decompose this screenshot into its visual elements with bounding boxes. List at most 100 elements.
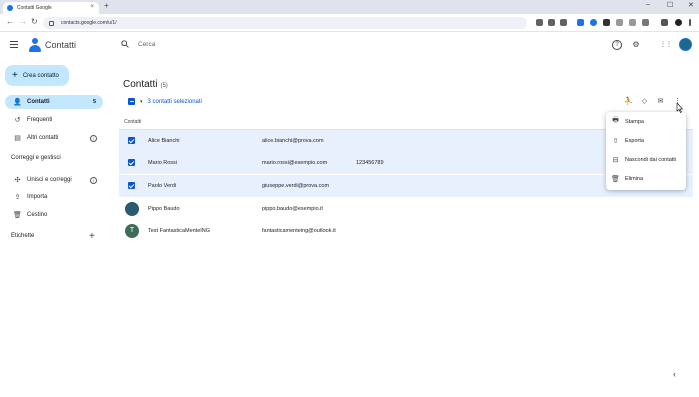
extensions-puzzle-icon[interactable] <box>642 19 649 26</box>
settings-gear-icon[interactable]: ⚙ <box>631 40 641 50</box>
menu-item-hide[interactable]: ⊟ Nascondi dai contatti <box>606 151 686 168</box>
sidebar-item-trash[interactable]: 🗑 Cestino <box>5 208 103 222</box>
sidebar-item-import[interactable]: ⇪ Importa <box>5 190 103 204</box>
app-header: Contatti Cerca ? ⚙ ⋮⋮ <box>0 32 699 60</box>
contact-email: pippo.baudo@esempio.it <box>262 206 323 212</box>
contacts-logo <box>29 38 41 52</box>
account-avatar[interactable] <box>679 38 692 51</box>
person-icon: 👤 <box>13 99 22 106</box>
extension-icon[interactable] <box>536 19 543 26</box>
row-checkbox[interactable] <box>128 137 135 144</box>
menu-item-delete[interactable]: 🗑 Elimina <box>606 170 686 187</box>
info-icon[interactable]: i <box>90 134 97 142</box>
back-button[interactable]: ← <box>6 17 14 26</box>
tab-title: Contatti Google <box>17 5 52 11</box>
menu-item-print[interactable]: 🖶 Stampa <box>606 113 686 130</box>
contact-email: giuseppe.verdi@prova.com <box>262 183 330 189</box>
sidebar-item-label: Altri contatti <box>27 135 59 141</box>
menu-item-label: Stampa <box>625 118 644 125</box>
contact-name: Test FantasticaMenteING <box>148 228 211 234</box>
search-input[interactable]: Cerca <box>138 41 155 48</box>
browser-menu-icon[interactable] <box>689 19 691 26</box>
manage-labels-icon[interactable]: ⛹ <box>624 97 633 106</box>
contact-avatar[interactable] <box>125 202 139 216</box>
search-icon[interactable] <box>121 40 129 48</box>
add-label-button[interactable]: + <box>89 231 95 242</box>
section-labels: Etichette <box>11 233 35 239</box>
mouse-pointer-icon <box>676 103 683 113</box>
sidebar-item-merge-fix[interactable]: ✣ Unisci e correggi i <box>5 173 103 187</box>
select-dropdown-icon[interactable]: ▾ <box>140 99 143 105</box>
browser-tab[interactable]: Contatti Google × <box>3 2 99 14</box>
contact-name: Alice Bianchi <box>148 138 180 144</box>
address-bar[interactable]: contacts.google.com/u/1/ <box>43 17 527 29</box>
app-title: Contatti <box>45 40 77 50</box>
create-contact-button[interactable]: + Crea contatto <box>5 65 69 86</box>
info-icon[interactable]: i <box>90 176 97 184</box>
bookmark-star-icon[interactable] <box>560 19 567 26</box>
new-tab-button[interactable]: + <box>104 1 109 10</box>
sidebar-item-contacts[interactable]: 👤 Contatti 5 <box>5 95 103 109</box>
maximize-button[interactable]: ☐ <box>667 1 673 9</box>
extension-icon[interactable] <box>603 19 610 26</box>
row-checkbox[interactable] <box>128 159 135 166</box>
menu-item-label: Elimina <box>625 175 644 182</box>
menu-item-label: Nascondi dai contatti <box>625 156 677 163</box>
create-contact-label: Crea contatto <box>22 72 59 79</box>
extension-icon[interactable] <box>616 19 623 26</box>
select-all-checkbox[interactable] <box>128 98 135 105</box>
sidebar-item-label: Contatti <box>27 99 50 105</box>
export-icon: ⇧ <box>612 137 619 145</box>
browser-toolbar: ← → ↻ contacts.google.com/u/1/ <box>0 14 699 32</box>
selection-count: 3 contatti selezionati <box>147 98 202 105</box>
extension-icon[interactable] <box>629 19 636 26</box>
contact-email: mario.rossi@esempio.com <box>262 160 328 166</box>
page-title-text: Contatti <box>123 79 158 90</box>
contacts-favicon-icon <box>7 5 13 11</box>
sidebar-item-other-contacts[interactable]: ▤ Altri contatti i <box>5 131 103 145</box>
contact-row[interactable]: T Test FantasticaMenteING fantasticament… <box>119 220 693 242</box>
contact-avatar[interactable]: T <box>125 224 139 238</box>
tab-close-icon[interactable]: × <box>90 4 94 10</box>
plus-icon: + <box>12 69 18 81</box>
extension-icon[interactable] <box>577 19 584 26</box>
main-menu-icon[interactable] <box>10 41 18 48</box>
contact-row[interactable]: Pippo Baudo pippo.baudo@esempio.it <box>119 198 693 220</box>
label-icon[interactable]: ◇ <box>640 97 649 106</box>
sidebar-item-label: Frequenti <box>27 117 53 123</box>
history-icon: ↺ <box>14 117 21 124</box>
print-icon: 🖶 <box>612 117 619 124</box>
extension-icon[interactable] <box>590 19 597 26</box>
side-panel-icon[interactable] <box>661 19 668 26</box>
page-title: Contatti (5) <box>123 79 168 90</box>
trash-icon: 🗑 <box>13 212 22 219</box>
forward-button[interactable]: → <box>19 17 27 26</box>
minimize-button[interactable]: – <box>646 1 650 8</box>
contact-phone: 123456789 <box>356 160 384 166</box>
sidebar-item-label: Cestino <box>27 212 48 218</box>
zoom-icon[interactable] <box>548 19 555 26</box>
send-email-icon[interactable]: ✉ <box>656 97 665 106</box>
contact-email: alice.bianchi@prova.com <box>262 138 324 144</box>
google-apps-icon[interactable]: ⋮⋮ <box>660 40 672 50</box>
browser-tabstrip: Contatti Google × + – ☐ ✕ <box>0 0 699 14</box>
site-info-icon[interactable] <box>49 20 54 26</box>
selection-bar: ▾ 3 contatti selezionati <box>128 97 202 106</box>
menu-item-export[interactable]: ⇧ Esporta <box>606 132 686 149</box>
profile-icon[interactable] <box>675 19 682 26</box>
menu-item-label: Esporta <box>625 137 644 144</box>
trash-icon: 🗑 <box>611 175 620 183</box>
contacts-total: (5) <box>160 83 168 89</box>
merge-icon: ✣ <box>14 177 21 184</box>
contact-email: fantasticamenteing@outlook.it <box>262 228 336 234</box>
close-window-button[interactable]: ✕ <box>688 1 694 9</box>
sidebar-item-label: Importa <box>27 194 48 200</box>
sidebar-item-frequent[interactable]: ↺ Frequenti <box>5 113 103 127</box>
url-text: contacts.google.com/u/1/ <box>61 20 117 26</box>
hide-contact-icon: ⊟ <box>612 156 619 164</box>
row-checkbox[interactable] <box>128 182 135 189</box>
collapse-panel-icon[interactable]: ‹ <box>673 369 676 379</box>
help-icon[interactable]: ? <box>612 40 622 50</box>
reload-button[interactable]: ↻ <box>31 17 38 26</box>
contact-name: Mario Rossi <box>148 160 178 166</box>
